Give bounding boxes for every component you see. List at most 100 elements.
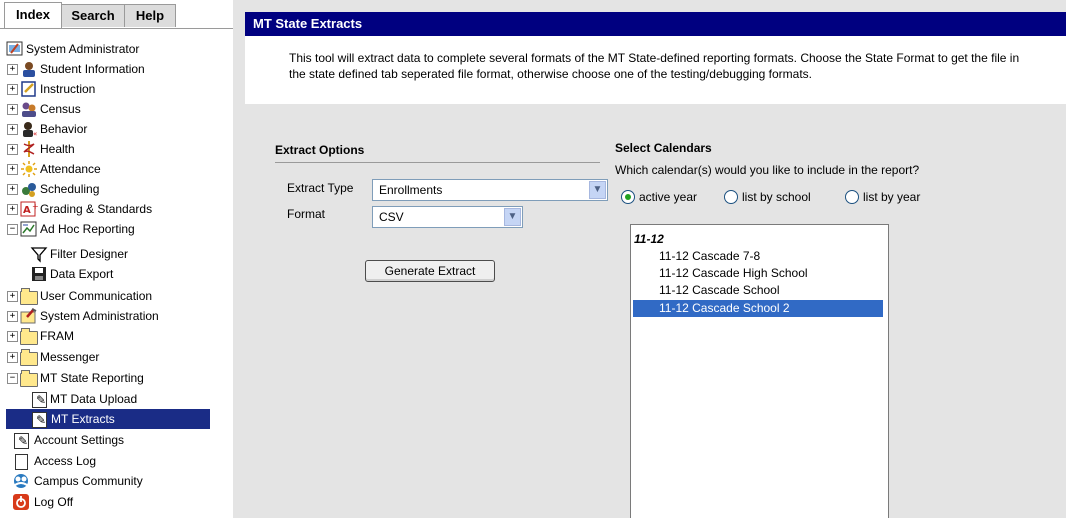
tree-item-label: Instruction: [40, 82, 96, 96]
tree-item-label: Ad Hoc Reporting: [40, 222, 135, 236]
tree-item-label: Behavior: [40, 122, 88, 136]
expand-icon[interactable]: +: [7, 352, 18, 363]
grading-icon: A +: [20, 200, 39, 218]
expand-icon[interactable]: +: [7, 84, 18, 95]
note-icon: [30, 410, 48, 430]
tree-item-behavior[interactable]: + « Behavior: [7, 119, 227, 139]
tree-item-fram[interactable]: + FRAM: [7, 326, 227, 346]
radio-unchecked-icon[interactable]: [845, 190, 859, 204]
radio-label: active year: [639, 190, 698, 204]
radio-unchecked-icon[interactable]: [724, 190, 738, 204]
attendance-icon: [20, 160, 38, 178]
scheduling-icon: [20, 180, 38, 198]
radio-active-year[interactable]: active year: [621, 187, 721, 207]
student-information-icon: [20, 60, 38, 78]
extract-type-value: Enrollments: [379, 183, 443, 197]
folder-icon: [20, 327, 38, 345]
expand-icon[interactable]: +: [7, 204, 18, 215]
tree-item-data-export[interactable]: Data Export: [30, 264, 220, 284]
tree-item-student-information[interactable]: + Student Information: [7, 59, 227, 79]
svg-text:+: +: [32, 202, 38, 211]
chevron-down-icon[interactable]: ▼: [504, 208, 521, 226]
section-divider: [275, 162, 600, 163]
calendar-option[interactable]: 11-12 Cascade School: [633, 282, 883, 299]
tree-item-label: Access Log: [34, 454, 97, 468]
tab-search[interactable]: Search: [61, 4, 125, 27]
tree-item-system-administrator[interactable]: System Administrator: [6, 39, 226, 59]
tree-item-mt-state-reporting[interactable]: − MT State Reporting: [7, 368, 227, 388]
document-icon: [12, 452, 30, 470]
tree-item-label: Attendance: [40, 162, 101, 176]
calendar-question: Which calendar(s) would you like to incl…: [615, 163, 920, 177]
save-disk-icon: [30, 265, 48, 283]
tree-item-mt-data-upload[interactable]: MT Data Upload: [30, 389, 220, 410]
tab-help[interactable]: Help: [124, 4, 176, 27]
tree-item-scheduling[interactable]: + Scheduling: [7, 179, 227, 199]
radio-label: list by school: [742, 190, 811, 204]
tree-item-instruction[interactable]: + Instruction: [7, 79, 227, 99]
format-select[interactable]: CSV ▼: [372, 206, 523, 228]
tree-item-label: MT Data Upload: [50, 392, 138, 406]
chevron-down-icon[interactable]: ▼: [589, 181, 606, 199]
nav-tabs: Index Search Help: [0, 0, 233, 34]
expand-icon[interactable]: +: [7, 184, 18, 195]
tree-item-grading-standards[interactable]: + A + Grading & Standards: [7, 199, 227, 219]
expand-icon[interactable]: +: [7, 104, 18, 115]
ad-hoc-reporting-icon: [20, 220, 38, 238]
collapse-icon[interactable]: −: [7, 373, 18, 384]
extract-type-select[interactable]: Enrollments ▼: [372, 179, 608, 201]
calendar-group-label: 11-12: [634, 232, 664, 246]
format-value: CSV: [379, 210, 404, 224]
extract-options-heading: Extract Options: [275, 143, 365, 157]
radio-list-by-year[interactable]: list by year: [845, 187, 955, 207]
tree-item-label: User Communication: [40, 289, 153, 303]
expand-icon[interactable]: +: [7, 164, 18, 175]
power-icon: [12, 493, 30, 511]
census-icon: [20, 100, 38, 118]
behavior-icon: «: [20, 120, 38, 138]
health-icon: [20, 140, 38, 158]
tree-item-system-administration[interactable]: + System Administration: [7, 306, 227, 326]
tree-item-access-log[interactable]: Access Log: [12, 451, 222, 471]
expand-icon[interactable]: +: [7, 124, 18, 135]
generate-extract-button[interactable]: Generate Extract: [365, 260, 495, 282]
tree-item-label: Student Information: [40, 62, 145, 76]
radio-checked-icon[interactable]: [621, 190, 635, 204]
tree-item-campus-community[interactable]: Campus Community: [12, 471, 222, 491]
calendar-listbox[interactable]: 11-12 11-12 Cascade 7-8 11-12 Cascade Hi…: [630, 224, 889, 518]
system-administration-icon: [20, 307, 38, 325]
tree-item-health[interactable]: + Health: [7, 139, 227, 159]
collapse-icon[interactable]: −: [7, 224, 18, 235]
format-label: Format: [287, 207, 326, 221]
navigation-panel: Index Search Help System Administrator +…: [0, 0, 233, 518]
tree-item-user-communication[interactable]: + User Communication: [7, 286, 227, 306]
tab-index[interactable]: Index: [4, 2, 62, 29]
tree-item-ad-hoc-reporting[interactable]: − Ad Hoc Reporting: [7, 219, 227, 239]
expand-icon[interactable]: +: [7, 331, 18, 342]
tree-item-label: Grading & Standards: [40, 202, 153, 216]
folder-icon: [20, 287, 38, 305]
tree-item-log-off[interactable]: Log Off: [12, 492, 222, 512]
tree-item-label: Messenger: [40, 350, 100, 364]
note-icon: [30, 390, 48, 410]
tree-item-attendance[interactable]: + Attendance: [7, 159, 227, 179]
expand-icon[interactable]: +: [7, 311, 18, 322]
tree-item-account-settings[interactable]: Account Settings: [12, 430, 222, 451]
tree-item-census[interactable]: + Census: [7, 99, 227, 119]
tree-item-mt-extracts[interactable]: MT Extracts: [6, 409, 210, 430]
calendar-option-selected[interactable]: 11-12 Cascade School 2: [633, 300, 883, 317]
tree-item-label: Health: [40, 142, 75, 156]
tree-item-filter-designer[interactable]: Filter Designer: [30, 244, 220, 264]
calendar-option[interactable]: 11-12 Cascade 7-8: [633, 248, 883, 265]
expand-icon[interactable]: +: [7, 144, 18, 155]
expand-icon[interactable]: +: [7, 64, 18, 75]
tab-divider: [0, 28, 233, 29]
tree-item-label: System Administrator: [26, 42, 140, 56]
tree-item-label: System Administration: [40, 309, 159, 323]
expand-icon[interactable]: +: [7, 291, 18, 302]
radio-list-by-school[interactable]: list by school: [724, 187, 842, 207]
tree-item-messenger[interactable]: + Messenger: [7, 347, 227, 367]
calendar-option[interactable]: 11-12 Cascade High School: [633, 265, 883, 282]
tree-item-label: Log Off: [34, 495, 74, 509]
main-panel: MT State Extracts This tool will extract…: [233, 0, 1066, 518]
